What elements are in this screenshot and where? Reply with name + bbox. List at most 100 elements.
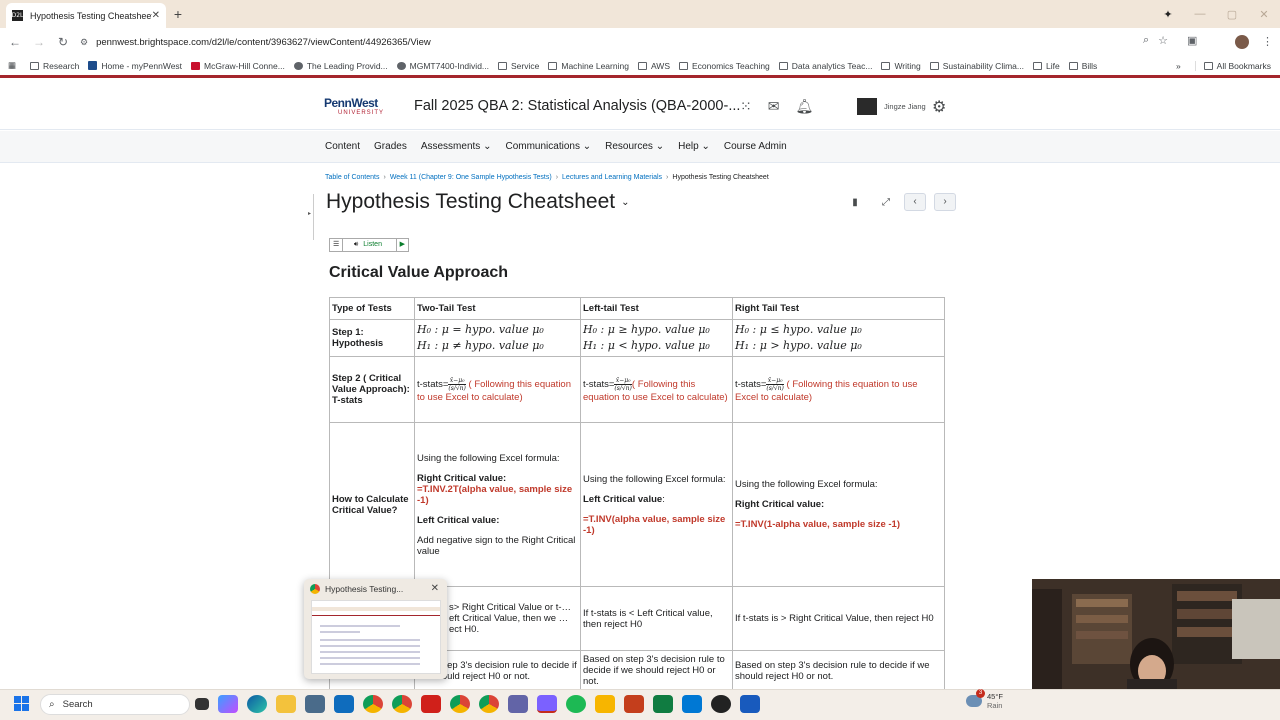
acrobat-icon[interactable] — [421, 695, 441, 713]
menu-icon[interactable]: ☰ — [330, 239, 344, 251]
file-explorer-icon[interactable] — [276, 695, 296, 713]
user-avatar[interactable] — [857, 98, 877, 115]
outlook-icon[interactable] — [334, 695, 354, 713]
fullscreen-icon[interactable]: ⤢ — [876, 197, 896, 208]
bookmark-item[interactable]: Economics Teaching — [678, 60, 770, 71]
back-icon[interactable]: ← — [7, 34, 23, 50]
excel-icon[interactable] — [653, 695, 673, 713]
new-tab-button[interactable]: + — [170, 6, 186, 22]
calculator-icon[interactable] — [305, 695, 325, 713]
bookmark-item[interactable]: Service — [498, 61, 539, 71]
teams-icon[interactable] — [508, 695, 528, 713]
copilot-icon[interactable] — [218, 695, 238, 713]
preview-thumbnail[interactable] — [311, 600, 441, 674]
spotify-icon[interactable] — [566, 695, 586, 713]
webcam-overlay — [1032, 579, 1280, 689]
bookmark-item[interactable]: Sustainability Clima... — [929, 61, 1024, 71]
chevron-down-icon: ⌄ — [480, 141, 492, 152]
bookmark-item[interactable]: Data analytics Teac... — [778, 61, 872, 71]
listen-button[interactable]: 🔊︎ Listen — [343, 239, 397, 251]
browser-tab[interactable]: D2L Hypothesis Testing Cheatsheet ✕ — [6, 3, 166, 28]
maximize-icon[interactable]: ▢ — [1216, 8, 1248, 21]
course-title[interactable]: Fall 2025 QBA 2: Statistical Analysis (Q… — [414, 98, 740, 114]
teams-active-icon[interactable] — [537, 695, 557, 713]
nav-item-resources[interactable]: Resources ⌄ — [605, 141, 664, 152]
user-name[interactable]: Jingze Jiang — [884, 102, 926, 111]
folder-icon — [1068, 61, 1078, 70]
preview-close-icon[interactable]: ✕ — [431, 583, 439, 594]
settings-gear-icon[interactable]: ⚙ — [932, 97, 946, 117]
task-view-icon[interactable] — [195, 698, 209, 710]
chevron-down-icon[interactable]: ⌄ — [621, 197, 629, 208]
weather-widget[interactable]: 3 45°F Rain — [966, 689, 1003, 710]
obs-icon[interactable] — [711, 695, 731, 713]
previous-topic-button[interactable]: ‹ — [904, 193, 926, 211]
zoom-icon[interactable]: ⌕ — [1143, 34, 1149, 47]
bookmarks-overflow-icon[interactable]: » — [1176, 61, 1181, 71]
site-info-icon[interactable]: ⚙ — [80, 37, 88, 48]
nav-item-help[interactable]: Help ⌄ — [678, 141, 710, 152]
apps-grid-icon[interactable]: ▦ — [8, 60, 16, 71]
nav-item-grades[interactable]: Grades — [374, 141, 407, 152]
chrome-alt-icon[interactable] — [479, 695, 499, 713]
tstat-prefix: t-stats= — [735, 378, 767, 390]
breadcrumb-link[interactable]: Week 11 (Chapter 9: One Sample Hypothesi… — [390, 174, 552, 181]
bookmark-icon[interactable]: ▮ — [848, 197, 862, 208]
address-bar[interactable]: ⚙ pennwest.brightspace.com/d2l/le/conten… — [80, 33, 1190, 51]
breadcrumb-link[interactable]: Table of Contents — [325, 174, 379, 181]
minimize-icon[interactable]: — — [1184, 8, 1216, 20]
reload-icon[interactable]: ↻ — [55, 34, 71, 50]
bookmark-item[interactable]: Machine Learning — [548, 61, 629, 71]
nav-item-content[interactable]: Content — [325, 141, 360, 152]
mail-icon[interactable] — [682, 695, 702, 713]
nav-item-communications[interactable]: Communications ⌄ — [505, 141, 591, 152]
fraction-denominator: (s/√n) — [448, 384, 466, 392]
row-label: Step 1: Hypothesis — [329, 319, 415, 357]
taskbar-search[interactable]: ⌕ Search — [40, 694, 190, 715]
chrome-profile-icon[interactable] — [392, 695, 412, 713]
word-icon[interactable] — [740, 695, 760, 713]
powerpoint-icon[interactable] — [624, 695, 644, 713]
bookmark-item[interactable]: The Leading Provid... — [293, 61, 388, 71]
bookmark-item[interactable]: AWS — [637, 61, 670, 71]
nav-item-assessments[interactable]: Assessments ⌄ — [421, 141, 492, 152]
notes-icon[interactable] — [595, 695, 615, 713]
bookmark-item[interactable]: Bills — [1068, 61, 1097, 71]
readspeaker-toolbar[interactable]: ☰ 🔊︎ Listen ▶ — [329, 238, 409, 252]
table-row: How to Calculate Critical Value? Using t… — [329, 422, 945, 587]
tab-close-icon[interactable]: ✕ — [152, 10, 160, 21]
chrome-app-icon[interactable] — [450, 695, 470, 713]
folder-icon — [1203, 61, 1213, 70]
window-close-icon[interactable]: ✕ — [1248, 8, 1280, 21]
all-bookmarks[interactable]: All Bookmarks — [1194, 60, 1271, 71]
left-cv-label: Left Critical value — [583, 493, 663, 505]
bookmark-item[interactable]: Writing — [881, 61, 921, 71]
bookmark-item[interactable]: MGMT7400-Individ... — [396, 61, 489, 71]
messages-icon[interactable]: ✉ — [768, 98, 780, 115]
windows-start-icon[interactable] — [14, 696, 29, 711]
pennwest-logo[interactable]: PennWest UNIVERSITY — [324, 97, 390, 119]
bookmark-item[interactable]: Home - myPennWest — [88, 61, 182, 71]
toc-toggle-icon[interactable]: ▸ — [308, 194, 314, 240]
notifications-bell-icon[interactable]: 🔔︎ — [795, 98, 813, 115]
bookmark-label: Economics Teaching — [691, 60, 770, 71]
title-actions: ▮ ⤢ ‹ › — [848, 193, 956, 211]
bookmark-item[interactable]: McGraw-Hill Conne... — [191, 61, 285, 71]
bookmark-item[interactable]: Life — [1033, 61, 1060, 71]
page-title[interactable]: Hypothesis Testing Cheatsheet ⌄ — [326, 190, 630, 214]
chrome-icon[interactable] — [363, 695, 383, 713]
menu-kebab-icon[interactable]: ⋮ — [1262, 35, 1273, 48]
nav-item-course-admin[interactable]: Course Admin — [724, 141, 787, 152]
bookmark-item[interactable]: Research — [30, 61, 79, 71]
bookmark-star-icon[interactable]: ☆ — [1158, 34, 1168, 47]
taskbar-preview-popup[interactable]: Hypothesis Testing... ✕ — [304, 579, 447, 679]
play-icon[interactable]: ▶ — [397, 239, 408, 251]
sparkle-icon[interactable]: ✦ — [1152, 8, 1184, 21]
forward-icon[interactable]: → — [31, 34, 47, 50]
edge-icon[interactable] — [247, 695, 267, 713]
course-selector-grid-icon[interactable]: ⁙ — [740, 98, 752, 115]
sidepanel-icon[interactable]: ▣ — [1187, 34, 1197, 47]
breadcrumb-link[interactable]: Lectures and Learning Materials — [562, 174, 662, 181]
next-topic-button[interactable]: › — [934, 193, 956, 211]
profile-avatar[interactable] — [1235, 35, 1249, 49]
